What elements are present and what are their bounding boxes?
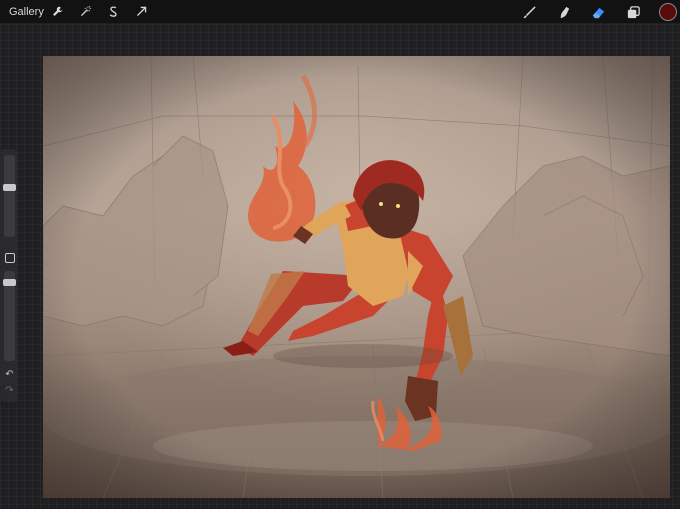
brush-icon[interactable]	[519, 2, 539, 22]
layers-icon[interactable]	[623, 2, 643, 22]
side-slider-panel: ↶ ↷	[1, 149, 18, 402]
undo-icon[interactable]: ↶	[4, 369, 15, 380]
smudge-icon[interactable]	[554, 2, 574, 22]
brush-size-slider[interactable]	[3, 155, 16, 237]
drawing-canvas[interactable]	[43, 56, 670, 498]
modify-button[interactable]	[5, 253, 15, 263]
gallery-button[interactable]: Gallery	[9, 6, 44, 18]
brush-size-thumb[interactable]	[3, 184, 16, 191]
artwork-painting	[43, 56, 670, 498]
opacity-thumb[interactable]	[3, 279, 16, 286]
redo-icon[interactable]: ↷	[4, 385, 15, 396]
wrench-icon[interactable]	[48, 2, 67, 21]
opacity-slider[interactable]	[3, 271, 16, 361]
selection-s-icon[interactable]	[104, 2, 123, 21]
transform-arrow-icon[interactable]	[132, 2, 151, 21]
top-toolbar: Gallery	[0, 0, 680, 23]
color-picker-swatch[interactable]	[659, 3, 677, 21]
eraser-icon[interactable]	[588, 2, 608, 22]
magic-wand-icon[interactable]	[76, 2, 95, 21]
